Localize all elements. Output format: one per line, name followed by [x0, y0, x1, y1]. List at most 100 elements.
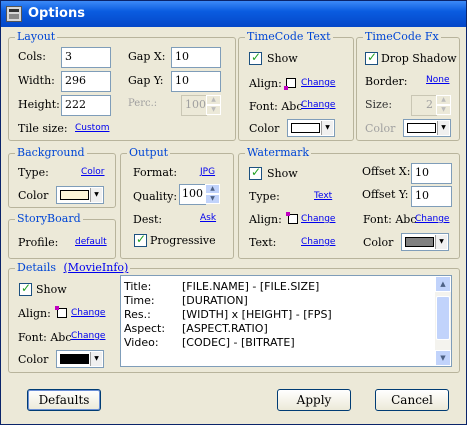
cols-input[interactable]: 3: [61, 47, 111, 68]
title-bar[interactable]: Options: [1, 1, 466, 27]
chevron-down-icon: ▼: [90, 188, 102, 202]
timecode-font-link[interactable]: Change: [301, 100, 335, 110]
row-value: [ASPECT.RATIO]: [182, 322, 268, 335]
tilesize-label: Tile size:: [18, 122, 68, 135]
bg-color-label: Color: [18, 189, 49, 202]
watermark-align-link[interactable]: Change: [301, 214, 335, 224]
dest-label: Dest:: [133, 213, 163, 226]
timecode-align-link[interactable]: Change: [301, 78, 335, 88]
align-icon: [284, 78, 296, 90]
timecode-fx-legend: TimeCode Fx: [363, 30, 441, 43]
spin-down-icon: ▼: [436, 105, 451, 115]
gapx-label: Gap X:: [128, 50, 166, 63]
color-swatch: [405, 237, 434, 247]
size-input: 2: [411, 95, 437, 116]
timecode-text-legend: TimeCode Text: [245, 30, 333, 43]
fx-color-select[interactable]: ▼: [403, 119, 451, 137]
watermark-type-link[interactable]: Text: [314, 191, 332, 201]
color-swatch: [291, 123, 320, 133]
offsety-input[interactable]: 10: [411, 186, 452, 207]
size-spinner: ▲ ▼: [436, 95, 451, 116]
timecode-color-select[interactable]: ▼: [287, 119, 335, 137]
gapx-input[interactable]: 10: [171, 47, 221, 68]
details-legend: Details (MovieInfo): [15, 261, 131, 274]
timecode-font-label: Font: Abc: [249, 100, 303, 113]
color-swatch: [60, 190, 89, 200]
layout-legend: Layout: [15, 30, 58, 43]
format-label: Format:: [133, 166, 178, 179]
window-title: Options: [28, 6, 85, 21]
width-label: Width:: [18, 74, 55, 87]
details-color-select[interactable]: ▼: [56, 350, 104, 368]
details-align-link[interactable]: Change: [71, 308, 105, 318]
bg-type-label: Type:: [18, 166, 49, 179]
row-key: Title:: [124, 280, 152, 293]
scroll-down-icon[interactable]: ▼: [435, 350, 451, 366]
defaults-button[interactable]: Defaults: [27, 389, 101, 411]
align-icon: [55, 306, 67, 318]
chevron-down-icon: ▼: [435, 235, 447, 249]
row-value: [CODEC] - [BITRATE]: [182, 336, 295, 349]
watermark-color-select[interactable]: ▼: [401, 233, 449, 251]
watermark-show-label: Show: [267, 167, 298, 180]
options-window: Options Layout Cols: 3 Width: 296 Height…: [0, 0, 467, 425]
spin-down-icon: ▼: [205, 194, 220, 204]
bg-color-select[interactable]: ▼: [56, 186, 104, 204]
gapy-label: Gap Y:: [128, 74, 164, 87]
details-color-label: Color: [18, 353, 49, 366]
profile-link[interactable]: default: [75, 237, 107, 247]
spin-up-icon: ▲: [206, 95, 221, 105]
timecode-show-checkbox[interactable]: [249, 50, 262, 65]
cancel-button[interactable]: Cancel: [375, 389, 449, 411]
perc-spinner: ▲ ▼: [206, 95, 221, 116]
watermark-text-link[interactable]: Change: [301, 237, 335, 247]
details-align-label: Align:: [18, 307, 51, 320]
border-label: Border:: [365, 75, 408, 88]
border-link[interactable]: None: [426, 75, 449, 85]
row-value: [WIDTH] x [HEIGHT] - [FPS]: [182, 308, 332, 321]
fx-color-label: Color: [365, 122, 396, 135]
chevron-down-icon: ▼: [90, 352, 102, 366]
format-link[interactable]: JPG: [200, 167, 215, 177]
details-template-textarea[interactable]: Title: [FILE.NAME] - [FILE.SIZE] Time: [DU…: [120, 275, 452, 367]
spin-down-icon: ▼: [206, 105, 221, 115]
dest-link[interactable]: Ask: [200, 213, 216, 223]
quality-input[interactable]: 100: [179, 184, 206, 205]
movieinfo-link[interactable]: (MovieInfo): [64, 261, 129, 274]
watermark-font-link[interactable]: Change: [415, 214, 449, 224]
quality-spinner[interactable]: ▲ ▼: [205, 184, 220, 205]
watermark-show-checkbox[interactable]: [249, 165, 262, 180]
offsetx-label: Offset X:: [362, 165, 411, 178]
gapy-input[interactable]: 10: [171, 71, 221, 92]
row-key: Video:: [124, 336, 159, 349]
progressive-checkbox[interactable]: [134, 232, 147, 247]
row-key: Aspect:: [124, 322, 166, 335]
offsety-label: Offset Y:: [362, 188, 409, 201]
height-input[interactable]: 222: [61, 95, 111, 116]
dropshadow-checkbox[interactable]: [365, 50, 378, 65]
details-font-label: Font: Abc: [18, 331, 72, 344]
row-value: [FILE.NAME] - [FILE.SIZE]: [182, 280, 320, 293]
row-key: Res.:: [124, 308, 151, 321]
background-legend: Background: [15, 146, 87, 159]
watermark-align-label: Align:: [249, 213, 282, 226]
scroll-up-icon[interactable]: ▲: [435, 276, 451, 292]
watermark-font-label: Font: Abc: [363, 213, 417, 226]
timecode-color-label: Color: [249, 122, 280, 135]
width-input[interactable]: 296: [61, 71, 111, 92]
quality-label: Quality:: [133, 190, 178, 203]
details-show-checkbox[interactable]: [19, 281, 32, 296]
watermark-type-label: Type:: [249, 190, 280, 203]
watermark-color-label: Color: [363, 236, 394, 249]
details-font-link[interactable]: Change: [71, 331, 105, 341]
offsetx-input[interactable]: 10: [411, 163, 452, 184]
bg-type-link[interactable]: Color: [81, 167, 105, 177]
storyboard-legend: StoryBoard: [15, 212, 83, 225]
apply-button[interactable]: Apply: [277, 389, 351, 411]
dropshadow-label: Drop Shadow: [381, 52, 457, 65]
spin-up-icon: ▲: [205, 184, 220, 194]
color-swatch: [407, 123, 436, 133]
vertical-scrollbar[interactable]: ▲ ▼: [435, 276, 451, 366]
scroll-thumb[interactable]: [436, 296, 450, 340]
tilesize-link[interactable]: Custom: [75, 123, 109, 133]
